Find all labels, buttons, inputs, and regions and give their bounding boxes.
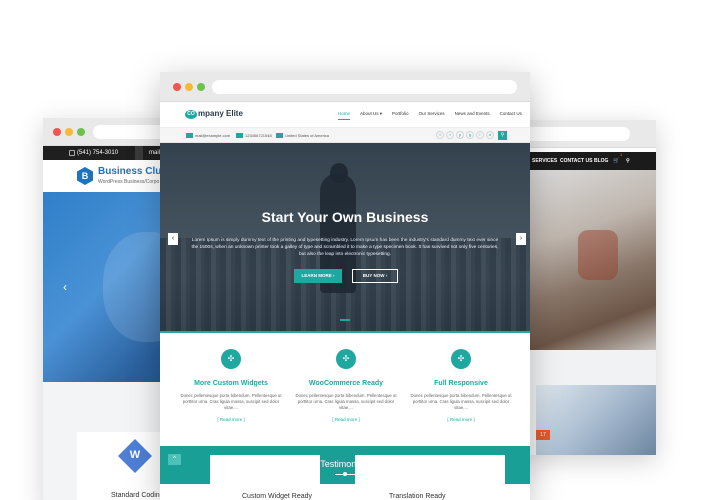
slider-prev-arrow[interactable]: ‹ — [168, 233, 178, 245]
maximize-dot[interactable] — [77, 128, 85, 136]
menu-news-and-events[interactable]: News and Events — [455, 111, 490, 116]
feature-text: Donec pellentesque porta bibendum. Pelle… — [180, 393, 282, 411]
read-more-link[interactable]: [ Read more ] — [176, 417, 286, 422]
mail-icon — [186, 133, 193, 138]
feature-text: Donec pellentesque porta bibendum. Pelle… — [410, 393, 512, 411]
hero-title: Start Your Own Business — [261, 209, 429, 225]
feature-title[interactable]: Full Responsive — [406, 380, 516, 387]
search-icon[interactable]: ⚲ — [626, 152, 630, 170]
browser-chrome — [160, 72, 530, 102]
coffee-cup-image — [578, 230, 618, 280]
pinterest-icon[interactable]: p — [456, 131, 464, 139]
feature-caption: Custom Widget Ready — [242, 493, 313, 500]
browser-chrome — [520, 120, 656, 148]
laptop-image — [536, 385, 656, 455]
feature-item: ✣ More Custom Widgets Donec pellentesque… — [176, 349, 286, 422]
twitter-icon[interactable]: t — [446, 131, 454, 139]
minimize-dot[interactable] — [65, 128, 73, 136]
feature-title[interactable]: More Custom Widgets — [176, 380, 286, 387]
company-elite-logo[interactable]: CO mpany Elite — [185, 109, 243, 119]
logo-badge: CO — [185, 110, 197, 119]
buy-now-button[interactable]: BUY NOW › — [352, 269, 398, 283]
facebook-icon[interactable]: f — [436, 131, 444, 139]
phone-icon — [69, 150, 75, 156]
read-more-link[interactable]: [ Read more ] — [406, 417, 516, 422]
divider — [135, 146, 143, 160]
logo-text: mpany Elite — [198, 109, 243, 118]
wordpress-icon: W — [129, 449, 141, 461]
blog-section: 17 — [520, 350, 656, 455]
brand-title[interactable]: Business Club — [98, 166, 167, 177]
learn-more-button[interactable]: LEARN MORE › — [294, 269, 342, 283]
share-icon: ✣ — [451, 349, 471, 369]
email-text: mail@example.com — [195, 133, 231, 138]
phone-number: (541) 754-3010 — [77, 150, 119, 156]
close-dot[interactable] — [173, 83, 181, 91]
company-elite-window: CO mpany Elite Home About Us ▾ Portfolio Our… — [160, 72, 530, 500]
slider-indicator[interactable] — [340, 319, 350, 321]
feature-card-bottom: Translation Ready — [355, 455, 505, 500]
menu-portfolio[interactable]: Portfolio — [392, 111, 409, 116]
right-theme-window: SERVICES CONTACT US BLOG 🛒 1 ⚲ 17 — [520, 120, 656, 455]
main-nav: SERVICES CONTACT US BLOG 🛒 1 ⚲ — [520, 152, 656, 170]
info-location: United States of America — [276, 133, 329, 138]
feature-caption: Translation Ready — [389, 493, 446, 500]
features-section: ✣ More Custom Widgets Donec pellentesque… — [160, 333, 530, 446]
location-icon — [276, 133, 283, 138]
nav-blog[interactable]: BLOG — [594, 152, 608, 170]
slider-prev-arrow[interactable]: ‹ — [63, 280, 67, 294]
feature-text: Donec pellentesque porta bibendum. Pelle… — [295, 393, 397, 411]
screenshot-stage: (541) 754-3010 mail@ B Business Club Wor… — [0, 0, 701, 500]
info-phone: 123456721548 — [236, 133, 272, 138]
title-underline-dot — [343, 472, 347, 476]
date-badge: 17 — [536, 430, 550, 440]
close-dot[interactable] — [53, 128, 61, 136]
share-icon: ✣ — [336, 349, 356, 369]
feature-card-bottom: Custom Widget Ready — [210, 455, 320, 500]
feature-caption: Standard Coding — [111, 492, 164, 499]
google-plus-icon[interactable]: g — [466, 131, 474, 139]
nav-contact-us[interactable]: CONTACT US — [560, 152, 592, 170]
instagram-icon[interactable]: i — [476, 131, 484, 139]
menu-contact-us[interactable]: Contact Us — [500, 111, 522, 116]
dribbble-icon[interactable]: d — [486, 131, 494, 139]
address-bar[interactable] — [212, 80, 517, 94]
menu-home[interactable]: Home — [338, 111, 350, 116]
read-more-link[interactable]: [ Read more ] — [291, 417, 401, 422]
brand-subtitle: WordPress Business/Corpo — [98, 179, 160, 185]
info-bar: mail@example.com 123456721548 United Sta… — [160, 128, 530, 143]
menu-about-us[interactable]: About Us ▾ — [360, 111, 382, 116]
location-text: United States of America — [285, 133, 330, 138]
feature-item: ✣ WooCommerce Ready Donec pellentesque p… — [291, 349, 401, 422]
search-icon[interactable]: ⚲ — [498, 131, 507, 140]
menu: Home About Us ▾ Portfolio Our Services News … — [338, 111, 530, 117]
info-email: mail@example.com — [186, 133, 230, 138]
minimize-dot[interactable] — [185, 83, 193, 91]
cart-icon[interactable]: 🛒 — [613, 152, 619, 170]
menu-our-services[interactable]: Our Services — [419, 111, 445, 116]
nav-services[interactable]: SERVICES — [532, 152, 557, 170]
share-icon: ✣ — [221, 349, 241, 369]
address-bar[interactable] — [520, 127, 630, 141]
cart-count: 1 — [620, 152, 623, 157]
hero-slider: Start Your Own Business Lorem Ipsum is s… — [160, 143, 530, 333]
feature-item: ✣ Full Responsive Donec pellentesque por… — [406, 349, 516, 422]
phone-text: 123456721548 — [245, 133, 272, 138]
main-nav: CO mpany Elite Home About Us ▾ Portfolio Our… — [160, 102, 530, 128]
business-club-logo-icon[interactable]: B — [77, 167, 93, 185]
slider-next-arrow[interactable]: › — [516, 233, 526, 245]
phone-icon — [236, 133, 243, 138]
social-links: ftpgid — [436, 131, 496, 139]
maximize-dot[interactable] — [197, 83, 205, 91]
feature-title[interactable]: WooCommerce Ready — [291, 380, 401, 387]
hero-text: Lorem Ipsum is simply dummy text of the … — [191, 238, 499, 257]
hero-photo — [520, 170, 656, 350]
